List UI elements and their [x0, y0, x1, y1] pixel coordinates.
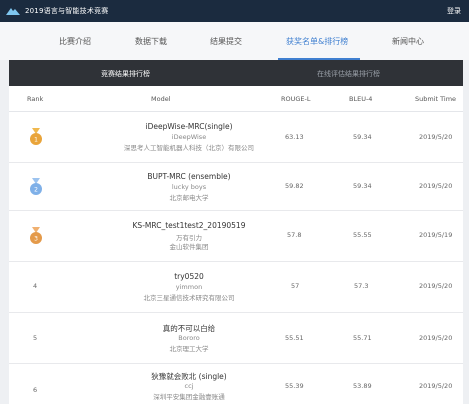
team-name: yimmon: [175, 283, 203, 291]
header-bleu: BLEU-4: [349, 95, 373, 103]
rank: 6: [33, 386, 38, 394]
table-row[interactable]: 5 真的不可以白给 Bororo 北京理工大学 55.51 55.71 2019…: [9, 314, 463, 364]
svg-text:3: 3: [34, 236, 38, 243]
bleu-score: 57.3: [354, 282, 369, 290]
model-name: BUPT-MRC (ensemble): [147, 172, 231, 181]
table-row[interactable]: 2 BUPT-MRC (ensemble) lucky boys 北京邮电大学 …: [9, 164, 463, 211]
subtab-bar: 竞赛结果排行榜 在线评估结果排行榜: [9, 60, 463, 86]
rouge-score: 55.51: [285, 334, 304, 342]
main-nav: 比赛介绍 数据下载 结果提交 获奖名单&排行榜 新闻中心: [0, 22, 469, 60]
header-rouge: ROUGE-L: [281, 95, 311, 103]
nav-item-leaderboard[interactable]: 获奖名单&排行榜: [286, 36, 348, 47]
nav-item-news[interactable]: 新闻中心: [392, 36, 424, 47]
model-name: 狄豫就会败北 (single): [151, 372, 227, 381]
organization: 北京三星通信技术研究有限公司: [143, 294, 235, 302]
logo-icon: [6, 7, 20, 15]
table-row[interactable]: 4 try0520 yimmon 北京三星通信技术研究有限公司 57 57.3 …: [9, 263, 463, 313]
organization: 金山软件集团: [169, 243, 209, 251]
rouge-score: 63.13: [285, 133, 304, 141]
submit-time: 2019/5/20: [419, 282, 453, 290]
app-title: 2019语言与智能技术竞赛: [25, 7, 109, 15]
gold-medal-icon: 1: [30, 128, 42, 145]
leaderboard-card: 竞赛结果排行榜 在线评估结果排行榜 Rank Model ROUGE-L BLE…: [9, 60, 463, 404]
silver-medal-icon: 2: [30, 178, 42, 195]
model-name: 真的不可以白给: [162, 324, 216, 333]
team-name: lucky boys: [171, 183, 207, 191]
team-name: Bororo: [178, 334, 200, 342]
header-model: Model: [151, 95, 171, 103]
rank: 5: [33, 334, 38, 342]
rouge-score: 55.39: [285, 382, 304, 390]
svg-text:2: 2: [34, 187, 38, 194]
table-row[interactable]: 1 iDeepWise-MRC(single) iDeepWise 深思考人工智…: [9, 113, 463, 163]
nav-item-download[interactable]: 数据下载: [135, 36, 167, 47]
model-name: KS-MRC_test1test2_20190519: [132, 221, 246, 230]
tab-online-results[interactable]: 在线评估结果排行榜: [317, 69, 380, 79]
nav-item-submit[interactable]: 结果提交: [210, 36, 242, 47]
bleu-score: 53.89: [353, 382, 372, 390]
model-name: iDeepWise-MRC(single): [145, 122, 233, 131]
header-submit-time: Submit Time: [415, 95, 457, 103]
submit-time: 2019/5/20: [419, 334, 453, 342]
svg-text:1: 1: [34, 137, 38, 144]
table-row[interactable]: 3 KS-MRC_test1test2_20190519 万有引力 金山软件集团…: [9, 212, 463, 262]
nav-item-intro[interactable]: 比赛介绍: [59, 36, 91, 47]
bleu-score: 59.34: [353, 182, 372, 190]
login-link[interactable]: 登录: [447, 6, 461, 16]
team-name: ccj: [184, 382, 194, 390]
bleu-score: 55.55: [353, 231, 372, 239]
submit-time: 2019/5/20: [419, 133, 453, 141]
organization: 北京邮电大学: [169, 194, 209, 202]
model-name: try0520: [174, 272, 204, 281]
rouge-score: 57.8: [287, 231, 302, 239]
submit-time: 2019/5/19: [419, 231, 453, 239]
organization: 北京理工大学: [169, 345, 209, 353]
organization: 深圳平安集团金融壹账通: [153, 393, 225, 401]
table-row[interactable]: 6 狄豫就会败北 (single) ccj 深圳平安集团金融壹账通 55.39 …: [9, 365, 463, 404]
submit-time: 2019/5/20: [419, 382, 453, 390]
top-bar: 2019语言与智能技术竞赛 登录: [0, 0, 469, 22]
bleu-score: 55.71: [353, 334, 372, 342]
table-header: Rank Model ROUGE-L BLEU-4 Submit Time: [9, 86, 463, 112]
header-rank: Rank: [27, 95, 44, 103]
bleu-score: 59.34: [353, 133, 372, 141]
tab-final-results[interactable]: 竞赛结果排行榜: [101, 69, 150, 79]
bronze-medal-icon: 3: [30, 227, 42, 244]
rouge-score: 59.82: [285, 182, 304, 190]
submit-time: 2019/5/20: [419, 182, 453, 190]
organization: 深思考人工智能机器人科技（北京）有限公司: [124, 144, 254, 152]
team-name: iDeepWise: [171, 133, 207, 141]
rouge-score: 57: [291, 282, 300, 290]
rank: 4: [33, 282, 38, 290]
